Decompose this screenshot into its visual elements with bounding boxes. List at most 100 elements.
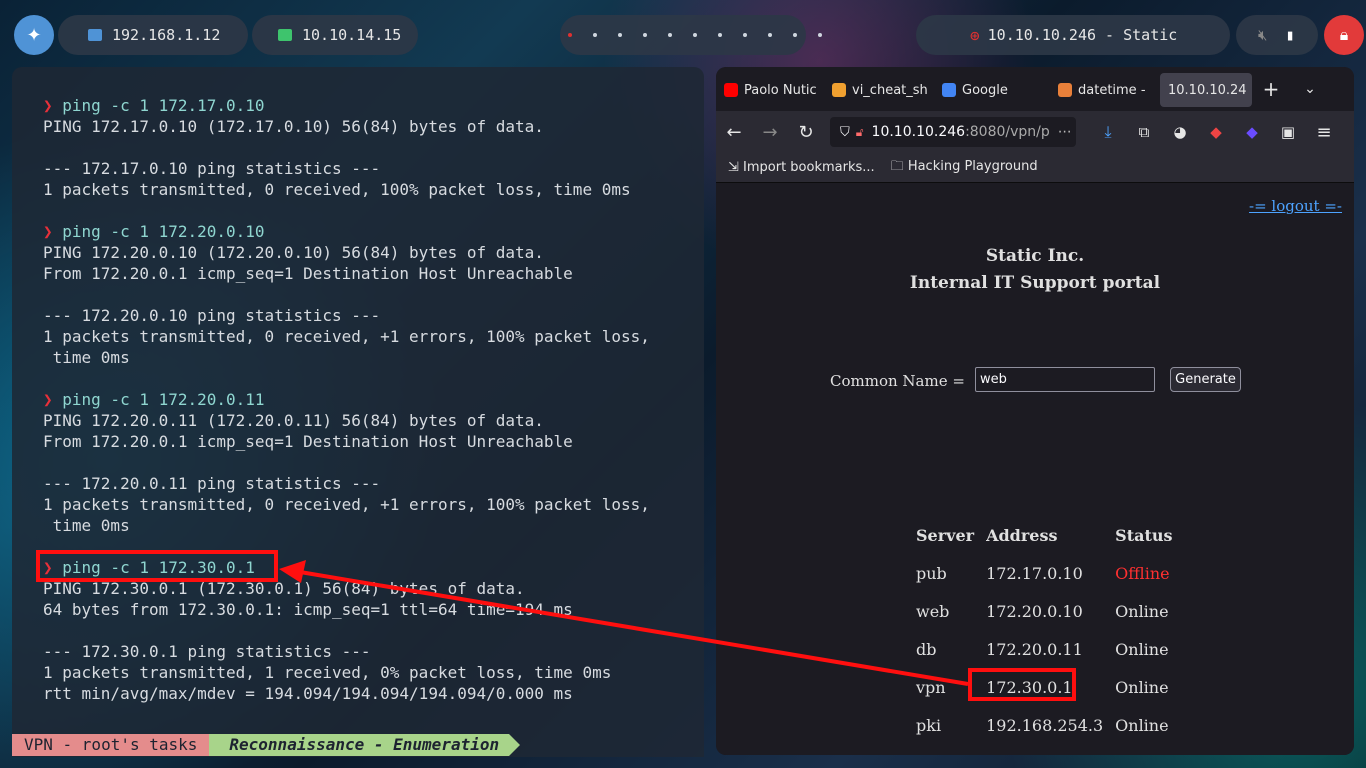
vpn-ip-widget[interactable]: 10.10.14.15 bbox=[252, 15, 418, 55]
workspace-indicator[interactable] bbox=[560, 15, 822, 55]
download-icon[interactable]: ⤓ bbox=[1090, 122, 1126, 142]
terminal-output-line: --- 172.20.0.11 ping statistics --- bbox=[43, 474, 381, 493]
lock-icon[interactable]: 🔒︎ bbox=[1324, 15, 1364, 55]
workspace-dot[interactable] bbox=[718, 33, 722, 37]
highlight-box-vpn-address bbox=[968, 668, 1076, 701]
battery-icon[interactable]: ▮ bbox=[1285, 26, 1294, 44]
server-table: Server Address Status pub 172.17.0.10 Offl… bbox=[910, 516, 1178, 744]
header-status: Status bbox=[1115, 525, 1173, 545]
terminal-output-line: 1 packets transmitted, 1 received, 0% pa… bbox=[43, 663, 612, 682]
workspace-dot[interactable] bbox=[668, 33, 672, 37]
prompt-arrow-icon: ❯ bbox=[43, 390, 63, 409]
volume-muted-icon[interactable]: 🔇︎ bbox=[1258, 26, 1267, 44]
home-ip-widget[interactable]: 192.168.1.12 bbox=[58, 15, 248, 55]
extension-foxy-icon[interactable]: ◆ bbox=[1198, 123, 1234, 141]
distro-logo-icon[interactable]: ✦ bbox=[14, 15, 54, 55]
extensions-icon[interactable]: ⧉ bbox=[1126, 123, 1162, 141]
cell-server: db bbox=[916, 639, 937, 659]
workspace-dot[interactable] bbox=[643, 33, 647, 37]
tmux-statusline: VPN - root's tasks Reconnaissance - Enum… bbox=[12, 734, 520, 756]
header-server: Server bbox=[916, 525, 975, 545]
terminal-command: ping -c 1 172.20.0.11 bbox=[62, 390, 265, 409]
cell-server: web bbox=[916, 601, 950, 621]
workspace-dot[interactable] bbox=[693, 33, 697, 37]
cell-status: Online bbox=[1115, 715, 1169, 735]
browser-tab[interactable]: Google bbox=[934, 73, 1050, 107]
common-name-input[interactable] bbox=[975, 367, 1155, 392]
workspace-dot[interactable] bbox=[618, 33, 622, 37]
terminal-output-line: 1 packets transmitted, 0 received, +1 er… bbox=[43, 327, 650, 346]
menu-icon[interactable]: ≡ bbox=[1306, 122, 1342, 143]
reload-icon[interactable]: ↻ bbox=[788, 122, 824, 143]
status-window: Reconnaissance - Enumeration bbox=[209, 734, 520, 756]
crosshair-icon: ⊕ bbox=[970, 25, 980, 45]
browser-tab[interactable]: 10.10.10.24✕ bbox=[1160, 73, 1252, 107]
terminal-prompt-line: ❯ ping -c 1 172.17.0.10 bbox=[43, 95, 688, 116]
workspace-dot[interactable] bbox=[568, 33, 572, 37]
network-icon bbox=[88, 29, 102, 41]
cell-server: pub bbox=[916, 563, 947, 583]
tab-favicon-icon bbox=[832, 83, 846, 97]
browser-window[interactable]: Paolo Nutic vi_cheat_sh Google datetime - 10… bbox=[716, 67, 1354, 755]
table-row: db 172.20.0.11 Online bbox=[910, 630, 1178, 668]
workspace-dot[interactable] bbox=[743, 33, 747, 37]
extension-mask-icon[interactable]: ◕ bbox=[1162, 123, 1198, 141]
cell-status: Online bbox=[1115, 639, 1169, 659]
highlight-box-ping-command bbox=[36, 550, 278, 582]
terminal-output-line: --- 172.17.0.10 ping statistics --- bbox=[43, 159, 381, 178]
table-row: pki 192.168.254.3 Online bbox=[910, 706, 1178, 744]
workspace-dot[interactable] bbox=[593, 33, 597, 37]
more-icon[interactable]: ⋯ bbox=[1058, 124, 1072, 140]
generate-button[interactable]: Generate bbox=[1170, 367, 1241, 392]
browser-tab[interactable]: Paolo Nutic bbox=[716, 73, 824, 107]
bookmark-folder-hacking[interactable]: 🗀︎ Hacking Playground bbox=[891, 157, 1038, 179]
tab-label: Google bbox=[962, 82, 1008, 98]
system-tray[interactable]: 🔇︎ ▮ bbox=[1236, 15, 1318, 55]
terminal-output-line: From 172.20.0.1 icmp_seq=1 Destination H… bbox=[43, 432, 573, 451]
terminal-prompt-line: ❯ ping -c 1 172.20.0.10 bbox=[43, 221, 688, 242]
insecure-lock-icon[interactable]: 🔓︎ bbox=[856, 125, 864, 140]
target-label: 10.10.10.246 - Static bbox=[987, 26, 1178, 44]
cell-address: 192.168.254.3 bbox=[986, 715, 1104, 735]
status-session: VPN - root's tasks bbox=[12, 734, 221, 756]
tab-favicon-icon bbox=[724, 83, 738, 97]
tab-label: vi_cheat_sh bbox=[852, 82, 928, 98]
url-bar[interactable]: ⛉ 🔓︎ 10.10.10.246:8080/vpn/p ⋯ bbox=[830, 117, 1076, 147]
header-address: Address bbox=[986, 525, 1058, 545]
table-row: web 172.20.0.10 Online bbox=[910, 592, 1178, 630]
page-title: Static Inc. Internal IT Support portal bbox=[716, 243, 1354, 297]
forward-icon[interactable]: → bbox=[752, 122, 788, 143]
extension-cookie-icon[interactable]: ▣ bbox=[1270, 123, 1306, 141]
terminal-window[interactable]: ❯ ping -c 1 172.17.0.10 PING 172.17.0.10 … bbox=[12, 67, 704, 757]
prompt-arrow-icon: ❯ bbox=[43, 222, 63, 241]
tab-label: 10.10.10.24 bbox=[1168, 82, 1247, 98]
common-name-label: Common Name = bbox=[830, 372, 965, 390]
url-host: 10.10.10.246 bbox=[871, 124, 966, 140]
chevron-down-icon[interactable]: ⌄ bbox=[1290, 81, 1330, 97]
workspace-dot[interactable] bbox=[793, 33, 797, 37]
target-widget[interactable]: ⊕ 10.10.10.246 - Static bbox=[916, 15, 1230, 55]
back-icon[interactable]: ← bbox=[716, 122, 752, 143]
terminal-output-line: PING 172.17.0.10 (172.17.0.10) 56(84) by… bbox=[43, 117, 544, 136]
browser-tab[interactable]: datetime - bbox=[1050, 73, 1160, 107]
portal-name: Internal IT Support portal bbox=[909, 273, 1161, 293]
tab-label: datetime - bbox=[1078, 82, 1146, 98]
workspace-dot[interactable] bbox=[768, 33, 772, 37]
browser-tab[interactable]: vi_cheat_sh bbox=[824, 73, 934, 107]
workspace-dot[interactable] bbox=[818, 33, 822, 37]
extension-wappalyzer-icon[interactable]: ◆ bbox=[1234, 123, 1270, 141]
terminal-output-line: 64 bytes from 172.30.0.1: icmp_seq=1 ttl… bbox=[43, 600, 573, 619]
url-path: :8080/vpn/p bbox=[965, 124, 1050, 140]
cell-status: Online bbox=[1115, 601, 1169, 621]
new-tab-icon[interactable]: + bbox=[1252, 77, 1290, 101]
logout-link[interactable]: -= logout =- bbox=[1249, 197, 1342, 215]
bookmark-import[interactable]: ⇲ Import bookmarks... bbox=[728, 160, 875, 175]
shield-icon[interactable]: ⛉ bbox=[840, 125, 850, 140]
tab-label: Paolo Nutic bbox=[744, 82, 817, 98]
